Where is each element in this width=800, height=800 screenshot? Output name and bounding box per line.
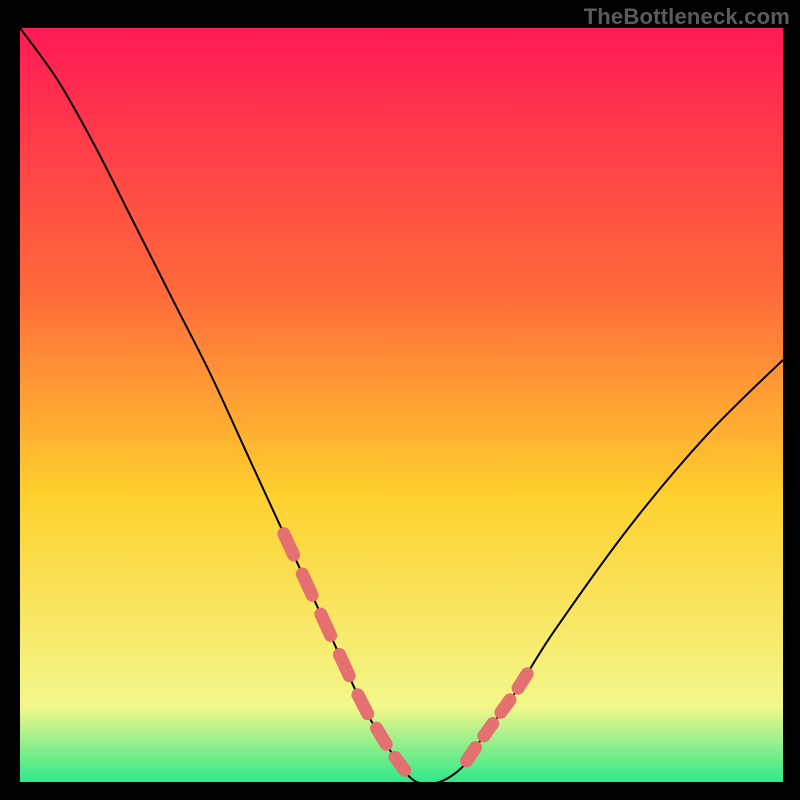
attribution-text: TheBottleneck.com bbox=[584, 4, 790, 30]
dash-segment bbox=[377, 728, 387, 744]
gradient-background bbox=[20, 28, 783, 782]
dash-segment bbox=[302, 574, 312, 595]
dash-segment bbox=[339, 655, 349, 676]
dash-segment bbox=[501, 700, 510, 713]
bottleneck-chart-svg bbox=[20, 28, 783, 782]
chart-frame: TheBottleneck.com bbox=[0, 0, 800, 800]
dash-segment bbox=[358, 695, 368, 714]
dash-segment bbox=[395, 757, 405, 770]
plot-area bbox=[20, 28, 783, 782]
dash-segment bbox=[321, 614, 331, 635]
dash-segment bbox=[484, 724, 493, 737]
dash-segment bbox=[284, 534, 294, 555]
dash-segment bbox=[518, 674, 527, 688]
dash-segment bbox=[467, 748, 476, 761]
